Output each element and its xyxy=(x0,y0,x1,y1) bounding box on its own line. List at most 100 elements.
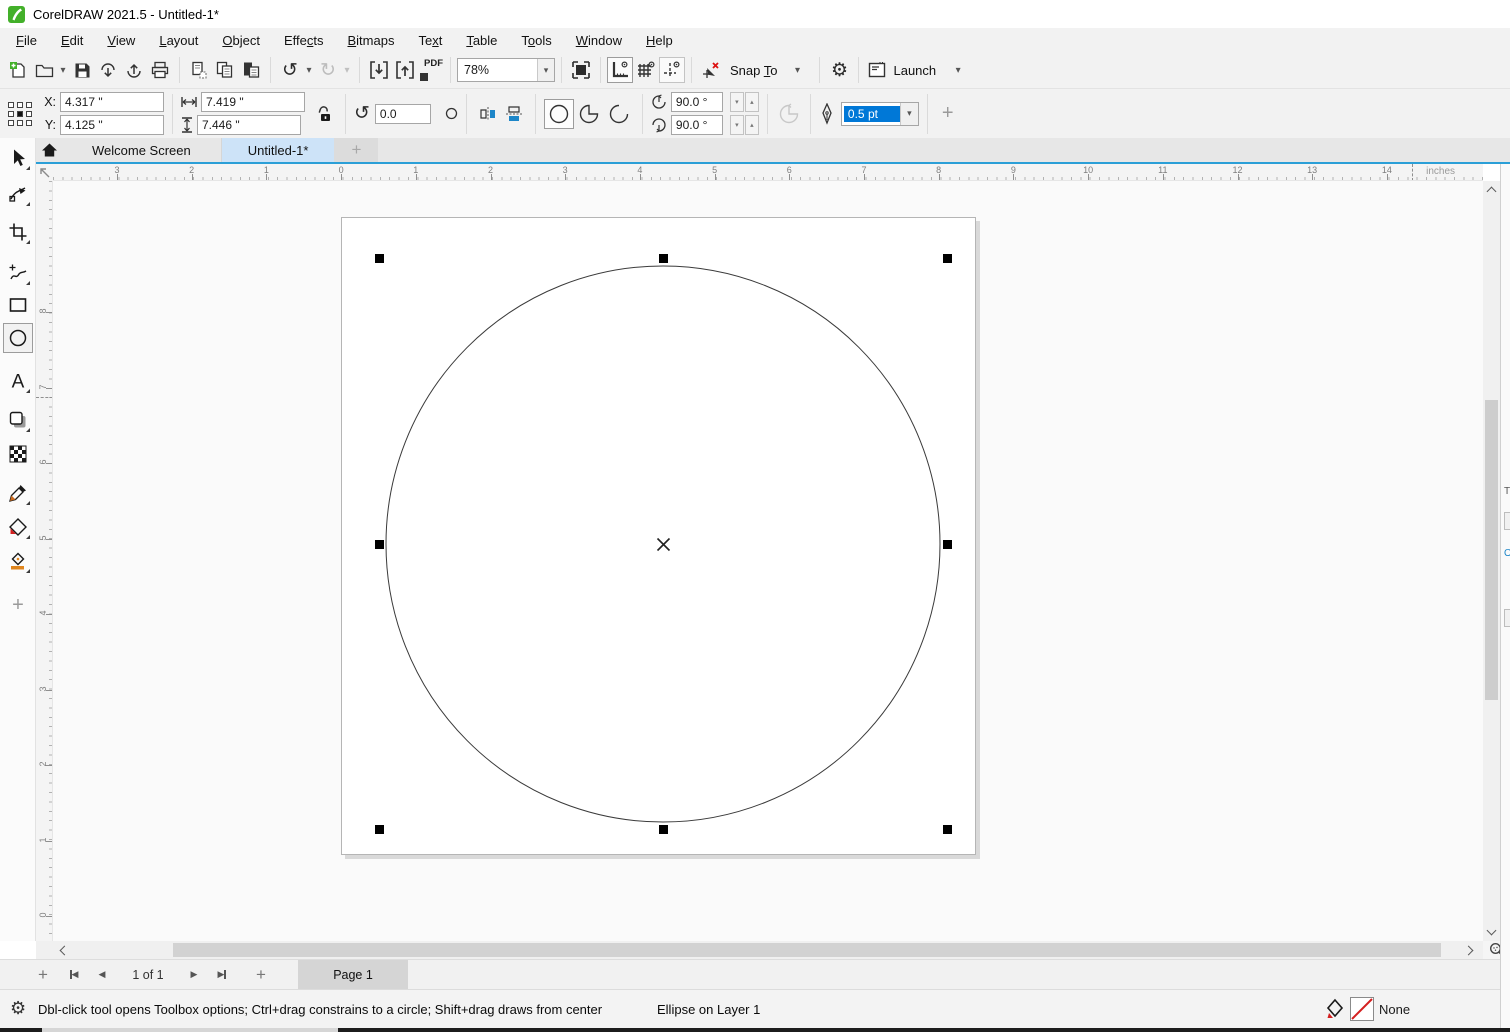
freehand-tool[interactable] xyxy=(3,258,33,288)
rotation-angle-field[interactable]: 0.0 xyxy=(375,104,431,124)
copy-button[interactable] xyxy=(212,57,238,83)
print-button[interactable] xyxy=(147,57,173,83)
menu-item-tools[interactable]: Tools xyxy=(509,30,563,51)
start-angle-down-button[interactable]: ▾ xyxy=(730,92,744,112)
end-angle-down-button[interactable]: ▾ xyxy=(730,115,744,135)
arc-mode-button[interactable] xyxy=(604,99,634,129)
end-angle-up-button[interactable]: ▴ xyxy=(745,115,759,135)
next-page-button[interactable]: ▶ xyxy=(180,960,208,989)
first-page-button[interactable]: ◀ xyxy=(60,960,88,989)
save-to-cloud-button[interactable] xyxy=(121,57,147,83)
start-angle-field[interactable]: 90.0 ° xyxy=(671,92,723,112)
crop-tool[interactable] xyxy=(3,217,33,247)
drop-shadow-tool[interactable] xyxy=(3,405,33,435)
object-y-field[interactable]: 4.125 " xyxy=(60,115,164,135)
rotation-center-icon[interactable] xyxy=(445,107,458,120)
launch-caret-icon[interactable]: ▾ xyxy=(952,65,964,76)
object-x-field[interactable]: 4.317 " xyxy=(60,92,164,112)
pick-tool[interactable] xyxy=(3,143,33,173)
customize-toolbox-button[interactable]: + xyxy=(3,590,33,620)
last-page-button[interactable]: ▶ xyxy=(208,960,236,989)
horizontal-scroll-thumb[interactable] xyxy=(173,943,1441,957)
mirror-horizontal-button[interactable] xyxy=(475,101,501,127)
selected-ellipse-overlay[interactable] xyxy=(53,181,1483,941)
interactive-fill-tool[interactable] xyxy=(3,512,33,542)
text-tool[interactable]: A xyxy=(3,366,33,396)
paste-button[interactable] xyxy=(238,57,264,83)
object-origin-grid-icon[interactable] xyxy=(8,102,32,126)
open-from-cloud-button[interactable] xyxy=(95,57,121,83)
new-document-tab-button[interactable]: + xyxy=(334,138,378,162)
open-flyout-caret-icon[interactable]: ▾ xyxy=(57,65,69,76)
launch-label[interactable]: Launch xyxy=(893,63,936,78)
smart-fill-tool[interactable] xyxy=(3,546,33,576)
import-button[interactable] xyxy=(366,57,392,83)
scroll-right-button[interactable] xyxy=(1460,941,1479,959)
export-button[interactable] xyxy=(392,57,418,83)
save-button[interactable] xyxy=(69,57,95,83)
menu-item-effects[interactable]: Effects xyxy=(272,30,336,51)
lock-ratio-button[interactable] xyxy=(311,101,337,127)
tab-welcome-screen[interactable]: Welcome Screen xyxy=(62,138,222,162)
object-width-field[interactable]: 7.419 " xyxy=(201,92,305,112)
home-tab-button[interactable] xyxy=(36,138,62,162)
page-1-tab[interactable]: Page 1 xyxy=(298,960,408,989)
customize-propbar-button[interactable]: + xyxy=(936,102,960,125)
outline-width-caret-icon[interactable]: ▾ xyxy=(900,103,918,125)
vertical-scroll-thumb[interactable] xyxy=(1485,400,1498,700)
menu-item-text[interactable]: Text xyxy=(406,30,454,51)
horizontal-scrollbar[interactable] xyxy=(36,941,1483,959)
ellipse-tool[interactable] xyxy=(3,323,33,353)
canvas-area[interactable] xyxy=(53,181,1483,941)
open-button[interactable] xyxy=(31,57,57,83)
object-height-field[interactable]: 7.446 " xyxy=(197,115,301,135)
scroll-down-button[interactable] xyxy=(1483,923,1500,941)
launch-button[interactable] xyxy=(865,57,891,83)
tab-untitled-1[interactable]: Untitled-1* xyxy=(222,138,335,162)
menu-item-layout[interactable]: Layout xyxy=(147,30,210,51)
snap-to-caret-icon[interactable]: ▾ xyxy=(791,65,803,76)
zoom-level-combobox[interactable]: 78% ▾ xyxy=(457,58,555,82)
full-screen-preview-button[interactable] xyxy=(568,57,594,83)
ruler-origin[interactable] xyxy=(36,164,53,181)
options-button[interactable]: ⚙ xyxy=(826,57,852,83)
scroll-up-button[interactable] xyxy=(1483,181,1500,199)
transparency-tool[interactable] xyxy=(3,439,33,469)
vertical-scrollbar[interactable] xyxy=(1483,181,1500,941)
add-page-start-button[interactable]: + xyxy=(26,960,60,989)
ellipse-mode-button[interactable] xyxy=(544,99,574,129)
horizontal-ruler[interactable]: inches 32101234567891011121314 xyxy=(53,164,1483,181)
menu-item-view[interactable]: View xyxy=(95,30,147,51)
scroll-left-button[interactable] xyxy=(53,941,72,959)
menu-item-help[interactable]: Help xyxy=(634,30,685,51)
undo-flyout-caret-icon[interactable]: ▾ xyxy=(303,65,315,76)
status-gear-icon[interactable]: ⚙ xyxy=(10,998,26,1019)
publish-pdf-button[interactable]: PDF xyxy=(418,57,444,83)
eyedropper-tool[interactable] xyxy=(3,478,33,508)
redo-button[interactable]: ↻ xyxy=(315,57,341,83)
menu-item-window[interactable]: Window xyxy=(564,30,634,51)
zoom-dropdown-caret-icon[interactable]: ▾ xyxy=(537,59,554,81)
vertical-ruler[interactable]: inches 876543210 xyxy=(36,181,53,941)
menu-item-edit[interactable]: Edit xyxy=(49,30,95,51)
previous-page-button[interactable]: ◀ xyxy=(88,960,116,989)
cut-button[interactable] xyxy=(186,57,212,83)
end-angle-field[interactable]: 90.0 ° xyxy=(671,115,723,135)
show-guidelines-toggle[interactable] xyxy=(659,57,685,83)
menu-item-bitmaps[interactable]: Bitmaps xyxy=(335,30,406,51)
add-page-end-button[interactable]: + xyxy=(244,960,278,989)
snap-to-dropdown[interactable]: Snap To xyxy=(730,63,777,78)
rectangle-tool[interactable] xyxy=(3,290,33,320)
new-document-button[interactable] xyxy=(5,57,31,83)
menu-item-table[interactable]: Table xyxy=(454,30,509,51)
menu-item-file[interactable]: File xyxy=(4,30,49,51)
show-grid-toggle[interactable] xyxy=(633,57,659,83)
no-fill-swatch[interactable] xyxy=(1350,997,1374,1021)
show-rulers-toggle[interactable] xyxy=(607,57,633,83)
undo-button[interactable]: ↺ xyxy=(277,57,303,83)
pie-mode-button[interactable] xyxy=(574,99,604,129)
mirror-vertical-button[interactable] xyxy=(501,101,527,127)
outline-width-combobox[interactable]: 0.5 pt ▾ xyxy=(841,102,919,126)
start-angle-up-button[interactable]: ▴ xyxy=(745,92,759,112)
snap-off-button[interactable] xyxy=(698,57,724,83)
